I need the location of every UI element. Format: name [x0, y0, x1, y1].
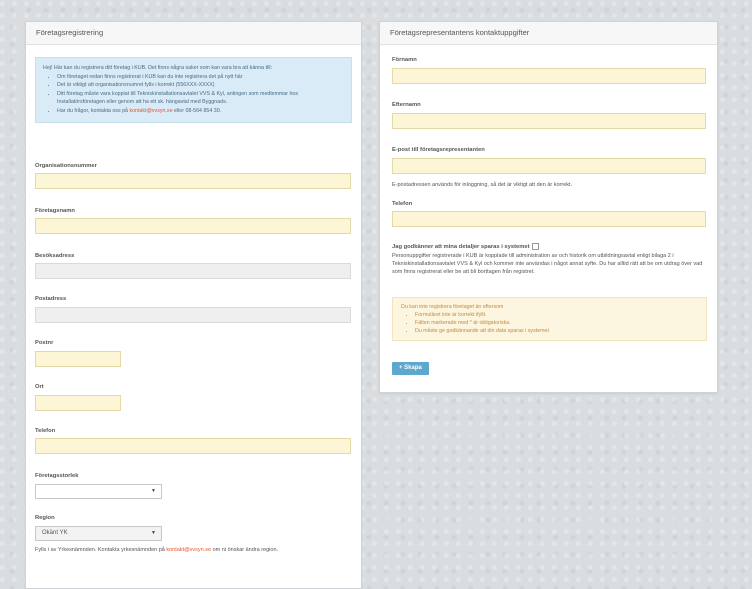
warning-title: Du kan inte registrera företaget än efte…	[401, 304, 504, 310]
visit-address-label: Besöksadress	[35, 253, 75, 259]
contact-text: Har du frågor, kontakta oss på	[57, 107, 128, 114]
info-list: Om företaget redan finns registrerat i K…	[43, 73, 344, 116]
region-help-email-link[interactable]: kontakt@vvsyn.se	[166, 547, 211, 553]
postal-address-label: Postadress	[35, 296, 67, 302]
region-value: Okänt YK	[42, 530, 68, 536]
phone-input[interactable]	[35, 438, 351, 454]
rep-email-help: E-postadressen används för inloggning, s…	[392, 182, 573, 188]
region-help-pre: Fylls i av Yrkesnämnden. Kontakta yrkesn…	[35, 547, 165, 553]
dropdown-arrow-icon: ▼	[151, 488, 156, 494]
city-input[interactable]	[35, 395, 121, 411]
zip-input[interactable]	[35, 351, 121, 367]
company-name-input[interactable]	[35, 218, 351, 234]
region-help-text: Fylls i av Yrkesnämnden. Kontakta yrkesn…	[35, 546, 347, 554]
contact-email-link[interactable]: kontakt@vvsyn.se	[129, 108, 172, 114]
warning-item: Formuläret inte är korrekt ifyllt.	[415, 311, 698, 319]
city-label: Ort	[35, 384, 44, 390]
info-bullet: Ditt företag måste vara kopplat till Tek…	[57, 90, 344, 107]
warning-item: Du måste ge godkännande att din data spa…	[415, 327, 698, 335]
last-name-input[interactable]	[392, 113, 706, 129]
consent-label-text: Jag godkänner att mina detaljer sparas i…	[392, 244, 530, 251]
info-bullet: Det är viktigt att organisationsnumret f…	[57, 81, 344, 90]
rep-email-label: E-post till företagsrepresentanten	[392, 147, 485, 153]
rep-email-input[interactable]	[392, 158, 706, 174]
company-name-label: Företagsnamn	[35, 208, 75, 214]
org-number-input[interactable]	[35, 173, 351, 189]
first-name-input[interactable]	[392, 68, 706, 84]
rep-phone-input[interactable]	[392, 211, 706, 227]
consent-label: Jag godkänner att mina detaljer sparas i…	[392, 243, 539, 250]
representative-contact-panel: Företagsrepresentantens kontaktuppgifter…	[379, 21, 718, 393]
info-intro: Hej! Här kan du registrera ditt företag …	[43, 65, 273, 71]
info-box: Hej! Här kan du registrera ditt företag …	[35, 57, 352, 123]
last-name-label: Efternamn	[392, 102, 421, 108]
region-select[interactable]: Okänt YK ▼	[35, 526, 162, 541]
org-number-label: Organisationsnummer	[35, 163, 97, 169]
create-button[interactable]: + Skapa	[392, 362, 429, 375]
phone-label: Telefon	[35, 428, 56, 434]
info-bullet: Om företaget redan finns registrerat i K…	[57, 73, 344, 82]
company-size-select[interactable]: ▼	[35, 484, 162, 499]
company-size-label: Företagsstorlek	[35, 473, 79, 479]
company-registration-body: Hej! Här kan du registrera ditt företag …	[26, 45, 361, 129]
rep-phone-label: Telefon	[392, 201, 413, 207]
dropdown-arrow-icon: ▼	[151, 530, 156, 536]
contact-phone-text: eller 08-564 854 30.	[174, 107, 222, 114]
company-registration-title: Företagsregistrering	[26, 22, 361, 45]
warning-list: Formuläret inte är korrekt ifyllt. Fälte…	[401, 311, 698, 335]
representative-contact-title: Företagsrepresentantens kontaktuppgifter	[380, 22, 717, 45]
consent-checkbox[interactable]	[531, 243, 539, 250]
postal-address-input[interactable]	[35, 307, 351, 323]
company-registration-panel: Företagsregistrering Hej! Här kan du reg…	[25, 21, 362, 589]
consent-text: Personuppgifter registrerade i KUB är ko…	[392, 253, 703, 275]
warning-box: Du kan inte registrera företaget än efte…	[392, 297, 707, 341]
info-bullet-contact: Har du frågor, kontakta oss på kontakt@v…	[57, 107, 344, 116]
visit-address-input[interactable]	[35, 263, 351, 279]
region-help-post: om ni önskar ändra region.	[212, 547, 279, 553]
first-name-label: Förnamn	[392, 57, 417, 63]
region-label: Region	[35, 515, 55, 521]
warning-item: Fälten markerade med * är obligatoriska.	[415, 319, 698, 327]
zip-label: Postnr	[35, 340, 54, 346]
